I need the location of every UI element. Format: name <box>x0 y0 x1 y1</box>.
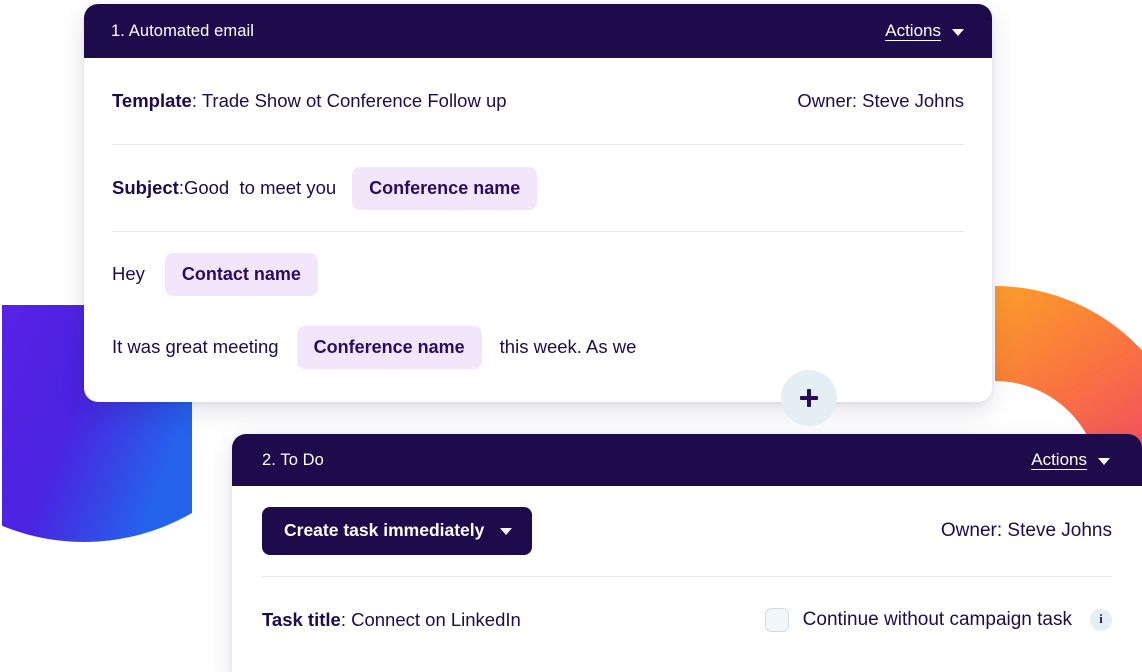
body-conference-name-token[interactable]: Conference name <box>296 325 482 369</box>
email-card-body: Template: Trade Show ot Conference Follo… <box>84 58 992 378</box>
template-value[interactable]: Trade Show ot Conference Follow up <box>202 90 507 111</box>
plus-icon <box>800 389 818 407</box>
todo-owner: Owner: Steve Johns <box>940 520 1112 541</box>
add-step-button[interactable] <box>781 370 837 426</box>
greeting-row: Hey Contact name <box>112 232 964 316</box>
email-card-header: 1. Automated email Actions <box>84 4 992 58</box>
task-title-value[interactable]: Connect on LinkedIn <box>351 609 521 630</box>
todo-card-title: 2. To Do <box>262 450 324 469</box>
chevron-down-icon <box>1098 457 1110 465</box>
subject-text[interactable]: Good to meet you <box>184 177 336 199</box>
task-title-row: Task title: Connect on LinkedIn Continue… <box>262 577 1112 662</box>
template-separator: : <box>191 90 202 111</box>
contact-name-token[interactable]: Contact name <box>164 252 318 296</box>
task-title-label: Task title <box>262 608 341 630</box>
todo-card: 2. To Do Actions Create task immediately… <box>232 434 1142 672</box>
template-label: Template <box>112 90 192 111</box>
create-task-button-label: Create task immediately <box>284 520 485 540</box>
subject-row: Subject: Good to meet you Conference nam… <box>112 145 964 231</box>
body-line-suffix: this week. As we <box>499 336 637 357</box>
create-task-row: Create task immediately Owner: Steve Joh… <box>262 486 1112 576</box>
body-line-prefix: It was great meeting <box>112 336 279 357</box>
continue-without-campaign-task-group: Continue without campaign task i <box>764 607 1112 632</box>
chevron-down-icon <box>952 28 964 36</box>
email-owner: Owner: Steve Johns <box>797 90 964 111</box>
email-actions-label: Actions <box>885 21 941 40</box>
continue-without-campaign-task-checkbox[interactable] <box>764 607 789 632</box>
task-title-field: Task title: Connect on LinkedIn <box>262 609 521 631</box>
email-card-title: 1. Automated email <box>111 21 255 40</box>
body-line-row: It was great meeting Conference name thi… <box>112 316 964 378</box>
subject-label: Subject <box>112 177 179 198</box>
chevron-down-icon <box>500 528 513 535</box>
create-task-immediately-button[interactable]: Create task immediately <box>262 507 533 555</box>
subject-conference-name-token[interactable]: Conference name <box>352 166 538 210</box>
email-actions-menu[interactable]: Actions <box>885 21 964 41</box>
todo-actions-label: Actions <box>1031 450 1087 469</box>
info-icon[interactable]: i <box>1090 608 1112 631</box>
template-field: Template: Trade Show ot Conference Follo… <box>112 90 507 112</box>
template-row: Template: Trade Show ot Conference Follo… <box>112 58 964 144</box>
task-title-separator: : <box>340 608 352 630</box>
greeting-text: Hey <box>112 263 145 284</box>
automated-email-card: 1. Automated email Actions Template: Tra… <box>84 4 992 402</box>
todo-actions-menu[interactable]: Actions <box>1031 450 1110 470</box>
todo-card-header: 2. To Do Actions <box>232 434 1142 486</box>
continue-without-campaign-task-label: Continue without campaign task <box>802 608 1072 630</box>
todo-card-body: Create task immediately Owner: Steve Joh… <box>232 486 1142 662</box>
